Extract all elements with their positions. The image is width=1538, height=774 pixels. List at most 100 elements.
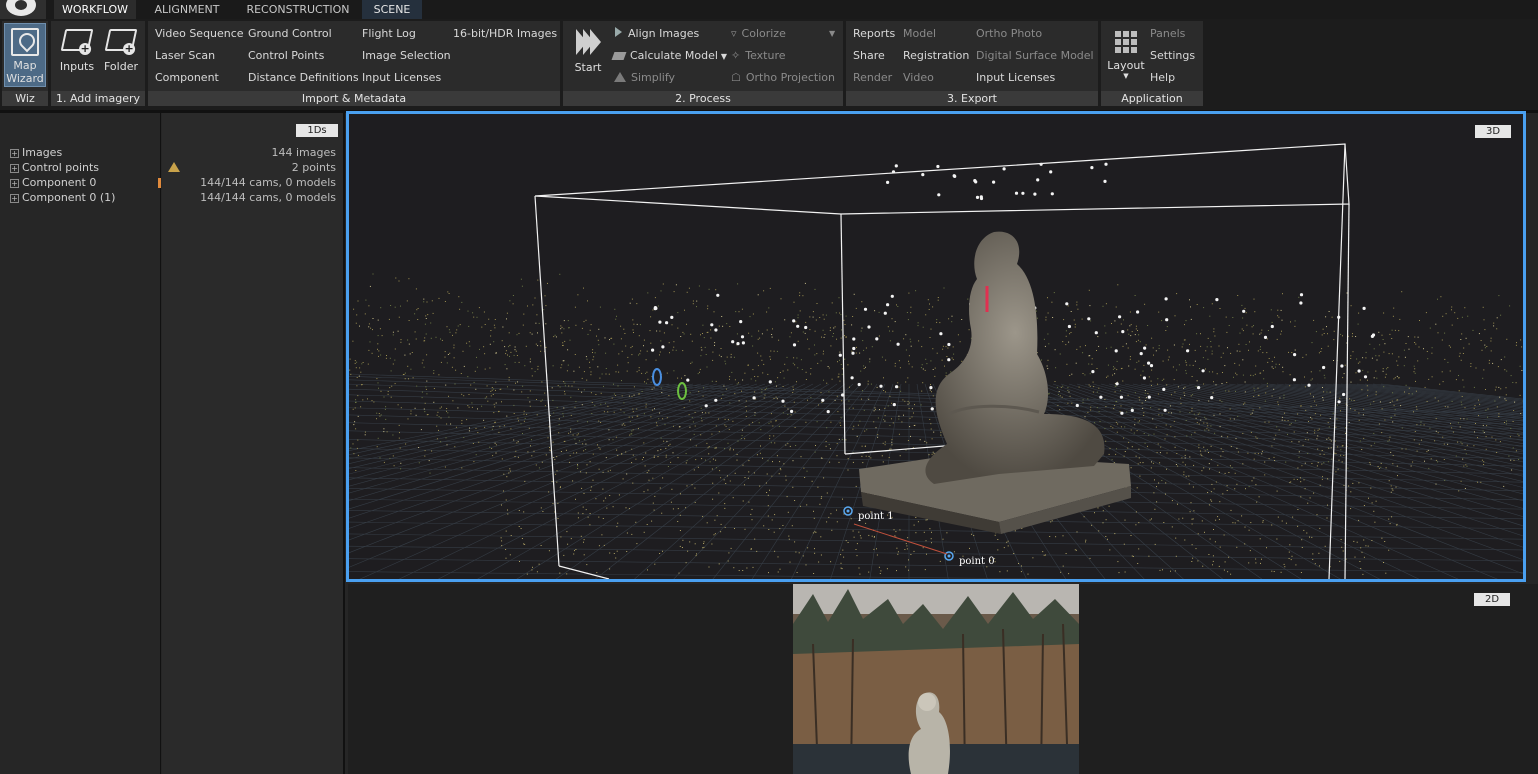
ground-control-button[interactable]: Ground Control	[248, 27, 332, 41]
tab-bar: WORKFLOW ALIGNMENT RECONSTRUCTION SCENE	[0, 0, 1538, 19]
viewport-3d[interactable]: point 1 point 0 3D	[346, 111, 1526, 582]
tree-item-label: Component 0 (1)	[22, 191, 116, 204]
component-button[interactable]: Component	[155, 71, 219, 85]
selection-marker	[158, 178, 161, 188]
view-badge-1ds[interactable]: 1Ds	[296, 124, 338, 137]
tab-scene[interactable]: SCENE	[362, 0, 422, 19]
input-licenses-export-button[interactable]: Input Licenses	[976, 71, 1055, 85]
model-export-button[interactable]: Model	[903, 27, 936, 41]
app-logo[interactable]	[0, 0, 46, 19]
control-point-0-label: point 0	[959, 556, 995, 567]
scene-3d[interactable]: point 1 point 0	[349, 114, 1523, 579]
map-wizard-label-2: Wizard	[6, 72, 44, 85]
source-photo[interactable]	[793, 584, 1079, 774]
expand-icon[interactable]: +	[10, 164, 19, 173]
control-points-button[interactable]: Control Points	[248, 49, 324, 63]
view-badge-3d[interactable]: 3D	[1475, 125, 1511, 138]
warning-icon	[168, 162, 180, 172]
simplify-label: Simplify	[631, 71, 676, 84]
calculate-model-label: Calculate Model	[630, 49, 718, 62]
info-images-count: 144 images	[271, 146, 337, 159]
simplify-icon	[614, 72, 626, 82]
ribbon: Map Wizard Wiz Inputs Folder 1. Add imag…	[0, 19, 1538, 110]
share-button[interactable]: Share	[853, 49, 885, 63]
colorize-icon: ▿	[731, 27, 737, 40]
tree-item-component-0[interactable]: + Component 0	[10, 175, 96, 190]
tree-item-label: Control points	[22, 161, 100, 174]
ortho-projection-label: Ortho Projection	[745, 71, 835, 84]
inputs-label: Inputs	[59, 60, 95, 73]
expand-icon[interactable]: +	[10, 149, 19, 158]
align-images-button[interactable]: Align Images	[615, 27, 699, 41]
distance-definitions-button[interactable]: Distance Definitions	[248, 71, 359, 85]
colorize-button[interactable]: ▿ Colorize	[731, 27, 786, 41]
colorize-label: Colorize	[741, 27, 786, 40]
layout-chevron-icon: ▼	[1123, 72, 1129, 80]
panels-button[interactable]: Panels	[1150, 27, 1185, 41]
folder-label: Folder	[104, 60, 138, 73]
group-add-imagery: Inputs Folder 1. Add imagery	[51, 21, 145, 106]
texture-button[interactable]: ✧ Texture	[731, 49, 786, 63]
align-images-label: Align Images	[628, 27, 700, 40]
ortho-photo-button[interactable]: Ortho Photo	[976, 27, 1042, 41]
process-dropdown-button[interactable]: ▼	[829, 27, 835, 41]
tab-workflow[interactable]: WORKFLOW	[54, 0, 136, 19]
hdr-images-button[interactable]: 16-bit/HDR Images	[453, 27, 557, 41]
layout-icon	[1115, 31, 1137, 53]
group-import-metadata: Video Sequence Laser Scan Component Grou…	[148, 21, 560, 106]
tree-item-images[interactable]: + Images	[10, 145, 62, 160]
group-label-import: Import & Metadata	[148, 91, 560, 106]
calculate-model-button[interactable]: Calculate Model ▼	[611, 49, 727, 63]
registration-button[interactable]: Registration	[903, 49, 969, 63]
add-folder-icon	[104, 29, 138, 51]
folder-button[interactable]: Folder	[101, 29, 141, 73]
statue-model[interactable]	[859, 231, 1131, 534]
align-icon	[615, 27, 622, 37]
group-label-application: Application	[1101, 91, 1203, 106]
help-button[interactable]: Help	[1150, 71, 1175, 85]
navigation-marker-blue[interactable]	[652, 368, 662, 386]
flight-log-button[interactable]: Flight Log	[362, 27, 416, 41]
input-licenses-import-button[interactable]: Input Licenses	[362, 71, 441, 85]
tree-item-label: Component 0	[22, 176, 97, 189]
map-wizard-icon	[11, 28, 39, 56]
group-label-export: 3. Export	[846, 91, 1098, 106]
viewport-2d[interactable]: 2D	[348, 584, 1538, 774]
map-wizard-label-1: Map	[13, 59, 37, 72]
ortho-projection-icon: ☖	[731, 71, 741, 84]
tab-reconstruction[interactable]: RECONSTRUCTION	[238, 0, 358, 19]
view-badge-2d[interactable]: 2D	[1474, 593, 1510, 606]
group-export: Reports Share Render Model Registration …	[846, 21, 1098, 106]
reports-button[interactable]: Reports	[853, 27, 895, 41]
calculate-model-icon	[611, 52, 627, 60]
layout-button[interactable]: Layout ▼	[1107, 31, 1145, 80]
control-point-1-label: point 1	[858, 511, 894, 522]
ortho-projection-button[interactable]: ☖ Ortho Projection	[731, 71, 835, 85]
start-button[interactable]: Start	[571, 29, 605, 74]
add-inputs-icon	[60, 29, 94, 51]
info-control-points-count: 2 points	[291, 161, 336, 174]
settings-button[interactable]: Settings	[1150, 49, 1195, 63]
group-label-wiz: Wiz	[2, 91, 48, 106]
video-export-button[interactable]: Video	[903, 71, 934, 85]
tree-item-component-0-1[interactable]: + Component 0 (1)	[10, 190, 115, 205]
expand-icon[interactable]: +	[10, 179, 19, 188]
start-label: Start	[574, 61, 602, 74]
image-selection-button[interactable]: Image Selection	[362, 49, 451, 63]
map-wizard-button[interactable]: Map Wizard	[4, 23, 46, 87]
expand-icon[interactable]: +	[10, 194, 19, 203]
tab-alignment[interactable]: ALIGNMENT	[140, 0, 234, 19]
render-button[interactable]: Render	[853, 71, 892, 85]
group-process: Start Align Images Calculate Model ▼ Simp…	[563, 21, 843, 106]
info-component-0-1: 144/144 cams, 0 models	[200, 191, 336, 204]
tree-item-control-points[interactable]: + Control points	[10, 160, 99, 175]
start-icon	[575, 29, 601, 55]
laser-scan-button[interactable]: Laser Scan	[155, 49, 215, 63]
inputs-button[interactable]: Inputs	[57, 29, 97, 73]
info-panel: 1Ds 144 images 2 points 144/144 cams, 0 …	[162, 113, 345, 774]
group-application: Layout ▼ Panels Settings Help Applicatio…	[1101, 21, 1203, 106]
video-sequence-button[interactable]: Video Sequence	[155, 27, 244, 41]
digital-surface-model-button[interactable]: Digital Surface Model	[976, 49, 1094, 63]
chevron-down-icon[interactable]: ▼	[721, 52, 727, 61]
simplify-button[interactable]: Simplify	[614, 71, 675, 85]
